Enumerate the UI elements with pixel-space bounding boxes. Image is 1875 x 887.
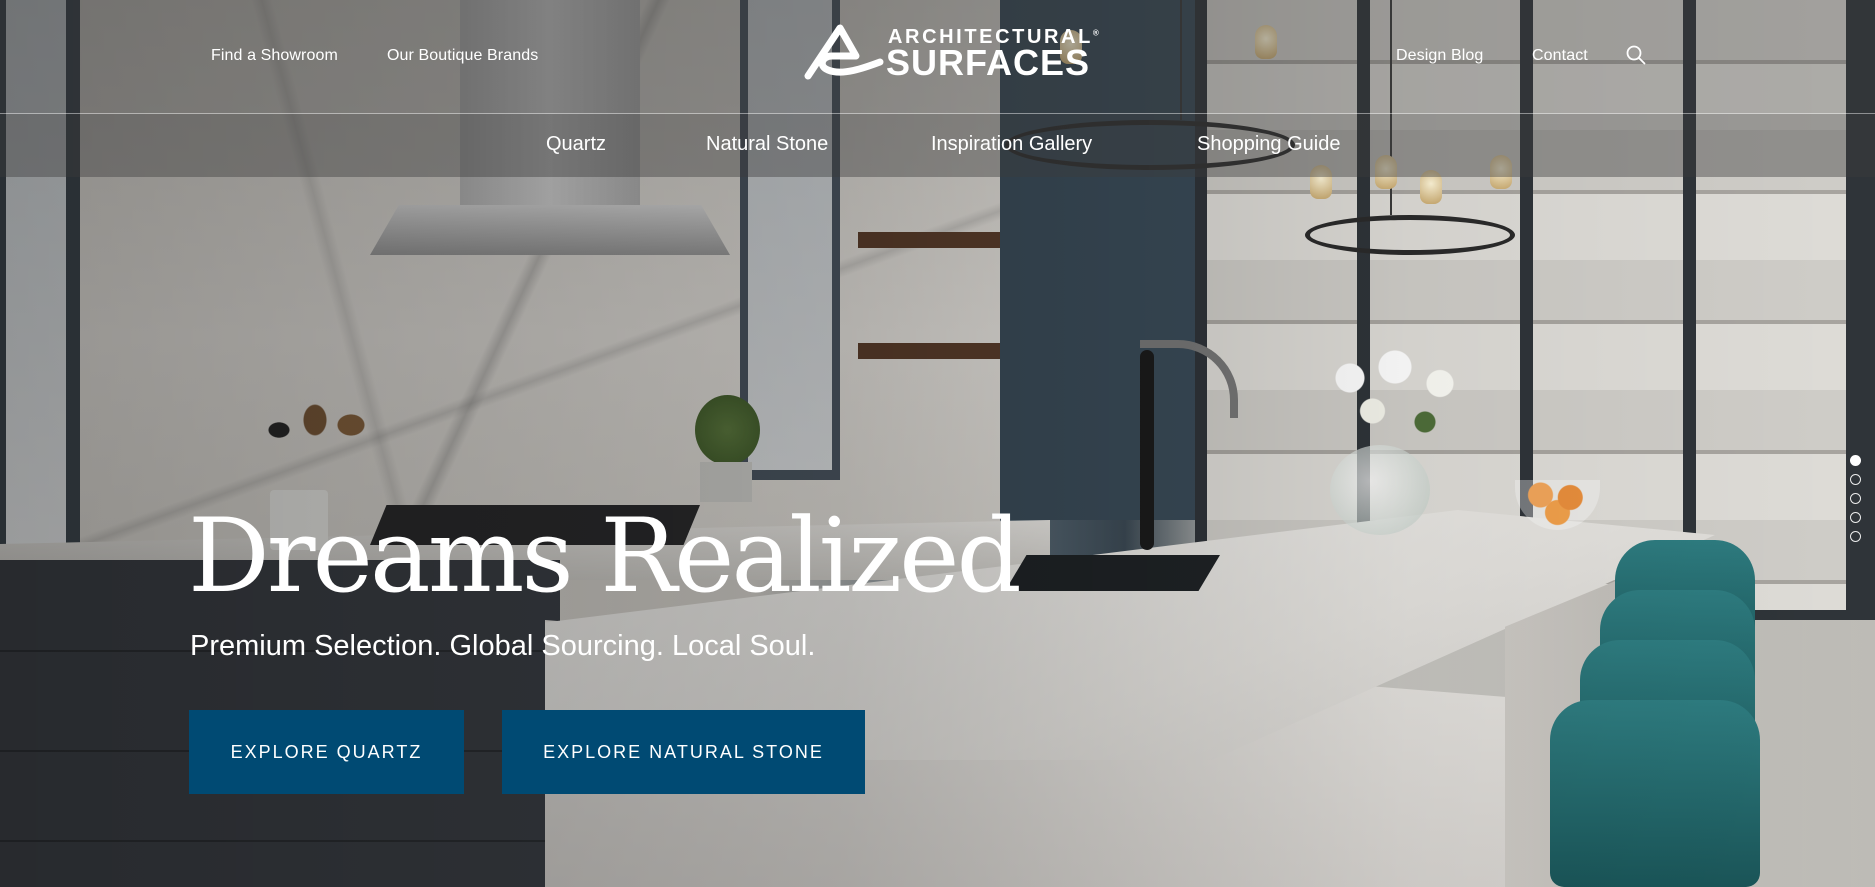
site-logo[interactable]: ARCHITECTURAL® SURFACES xyxy=(802,20,1099,83)
search-button[interactable] xyxy=(1625,44,1647,66)
search-icon xyxy=(1626,45,1646,65)
slide-dot-4[interactable] xyxy=(1850,512,1861,523)
logo-wordmark-bottom: SURFACES xyxy=(886,42,1091,83)
boutique-brands-link[interactable]: Our Boutique Brands xyxy=(387,47,538,65)
slider-pagination xyxy=(1850,455,1866,550)
slide-dot-1[interactable] xyxy=(1850,455,1861,466)
nav-shopping-guide[interactable]: Shopping Guide xyxy=(1197,133,1340,156)
find-showroom-link[interactable]: Find a Showroom xyxy=(211,47,338,65)
hero-subtitle: Premium Selection. Global Sourcing. Loca… xyxy=(190,630,816,662)
explore-quartz-button[interactable]: EXPLORE QUARTZ xyxy=(189,710,464,794)
slide-dot-3[interactable] xyxy=(1850,493,1861,504)
hero-title: Dreams Realized xyxy=(188,497,1022,616)
slide-dot-2[interactable] xyxy=(1850,474,1861,485)
nav-inspiration-gallery[interactable]: Inspiration Gallery xyxy=(931,133,1092,156)
design-blog-link[interactable]: Design Blog xyxy=(1396,47,1483,65)
slide-dot-5[interactable] xyxy=(1850,531,1861,542)
contact-link[interactable]: Contact xyxy=(1532,47,1588,65)
explore-natural-stone-button[interactable]: EXPLORE NATURAL STONE xyxy=(502,710,865,794)
nav-quartz[interactable]: Quartz xyxy=(546,133,606,156)
logo-mark-icon xyxy=(804,24,884,80)
nav-natural-stone[interactable]: Natural Stone xyxy=(706,133,828,156)
